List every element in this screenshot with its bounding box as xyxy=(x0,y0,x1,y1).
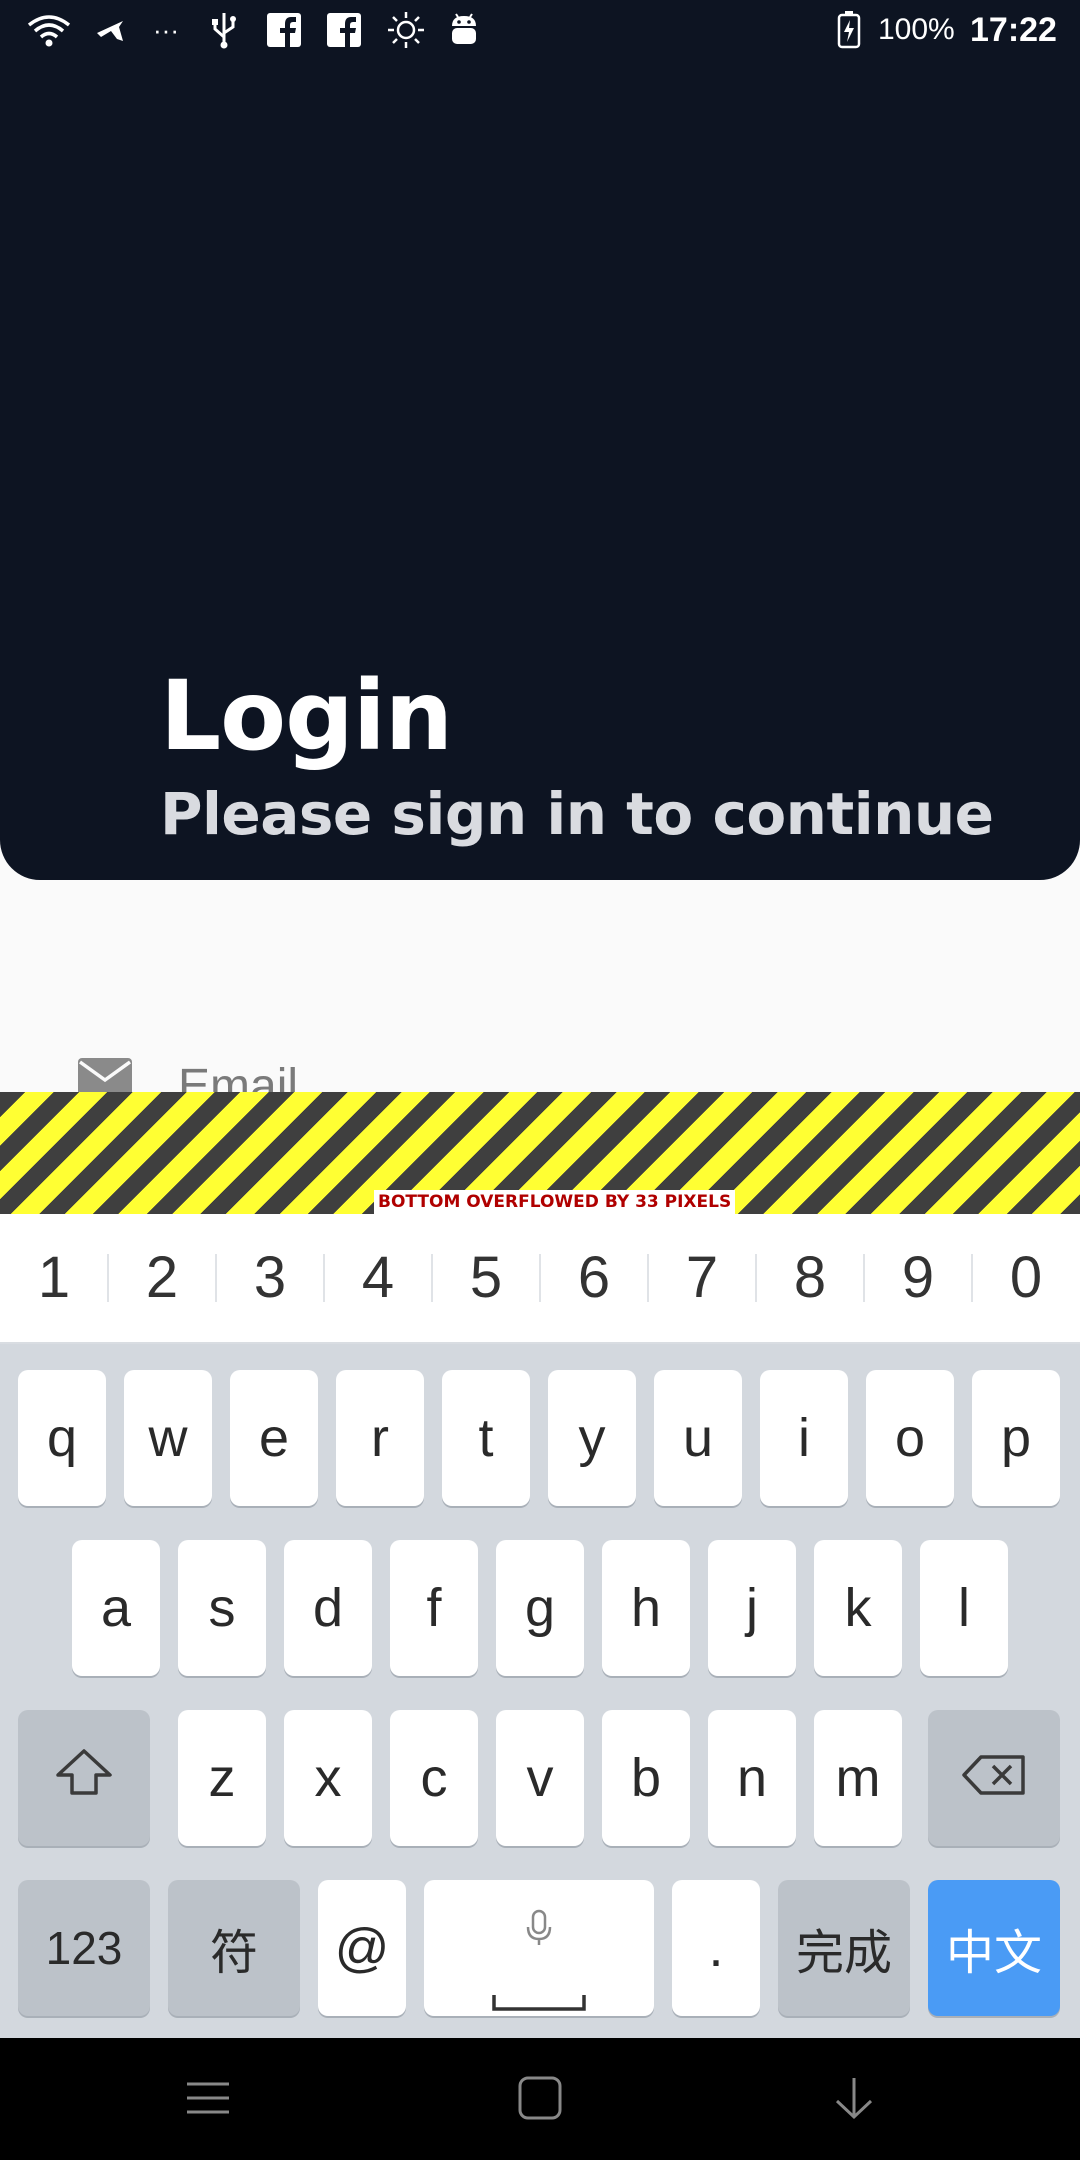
status-bar: ··· 100% 17:22 xyxy=(0,0,1080,60)
key-a[interactable]: a xyxy=(72,1540,160,1676)
key-z[interactable]: z xyxy=(178,1710,266,1846)
more-icon: ··· xyxy=(153,14,179,45)
soft-keyboard: q w e r t y u i o p a s d f g h j k l z … xyxy=(0,1344,1080,2038)
backspace-button[interactable] xyxy=(928,1710,1060,1846)
shift-icon xyxy=(54,1747,114,1810)
key-x[interactable]: x xyxy=(284,1710,372,1846)
key-8[interactable]: 8 xyxy=(756,1214,864,1342)
period-key[interactable]: . xyxy=(672,1880,760,2016)
overflow-warning-label: BOTTOM OVERFLOWED BY 33 PIXELS xyxy=(374,1190,736,1214)
key-0[interactable]: 0 xyxy=(972,1214,1080,1342)
microphone-icon xyxy=(525,1898,553,1960)
key-w[interactable]: w xyxy=(124,1370,212,1506)
space-button[interactable] xyxy=(424,1880,654,2016)
chinese-input-button[interactable]: 中文 xyxy=(928,1880,1060,2016)
airplane-icon xyxy=(90,10,130,50)
battery-percent: 100% xyxy=(878,13,955,46)
facebook-icon xyxy=(326,10,362,50)
key-p[interactable]: p xyxy=(972,1370,1060,1506)
key-1[interactable]: 1 xyxy=(0,1214,108,1342)
key-k[interactable]: k xyxy=(814,1540,902,1676)
key-n[interactable]: n xyxy=(708,1710,796,1846)
key-r[interactable]: r xyxy=(336,1370,424,1506)
android-icon xyxy=(446,10,482,50)
at-key[interactable]: @ xyxy=(318,1880,406,2016)
key-t[interactable]: t xyxy=(442,1370,530,1506)
key-g[interactable]: g xyxy=(496,1540,584,1676)
key-h[interactable]: h xyxy=(602,1540,690,1676)
key-y[interactable]: y xyxy=(548,1370,636,1506)
login-header: Login Please sign in to continue xyxy=(0,60,1080,880)
home-icon[interactable] xyxy=(510,2068,570,2128)
key-m[interactable]: m xyxy=(814,1710,902,1846)
key-5[interactable]: 5 xyxy=(432,1214,540,1342)
key-9[interactable]: 9 xyxy=(864,1214,972,1342)
brightness-icon xyxy=(384,10,428,50)
key-f[interactable]: f xyxy=(390,1540,478,1676)
done-button[interactable]: 完成 xyxy=(778,1880,910,2016)
clock: 17:22 xyxy=(970,11,1057,49)
key-4[interactable]: 4 xyxy=(324,1214,432,1342)
navigation-bar xyxy=(0,2038,1080,2160)
battery-charging-icon xyxy=(834,10,864,50)
key-d[interactable]: d xyxy=(284,1540,372,1676)
symbols-button[interactable]: 符 xyxy=(168,1880,300,2016)
key-v[interactable]: v xyxy=(496,1710,584,1846)
key-b[interactable]: b xyxy=(602,1710,690,1846)
spacebar-icon xyxy=(492,1964,586,2026)
key-i[interactable]: i xyxy=(760,1370,848,1506)
key-c[interactable]: c xyxy=(390,1710,478,1846)
key-6[interactable]: 6 xyxy=(540,1214,648,1342)
key-l[interactable]: l xyxy=(920,1540,1008,1676)
key-7[interactable]: 7 xyxy=(648,1214,756,1342)
key-s[interactable]: s xyxy=(178,1540,266,1676)
backspace-icon xyxy=(961,1747,1027,1809)
usb-icon xyxy=(206,10,242,50)
hide-keyboard-icon[interactable] xyxy=(824,2068,884,2128)
key-o[interactable]: o xyxy=(866,1370,954,1506)
key-e[interactable]: e xyxy=(230,1370,318,1506)
facebook-icon xyxy=(266,10,302,50)
key-3[interactable]: 3 xyxy=(216,1214,324,1342)
page-subtitle: Please sign in to continue xyxy=(160,780,994,848)
shift-button[interactable] xyxy=(18,1710,150,1846)
key-2[interactable]: 2 xyxy=(108,1214,216,1342)
key-j[interactable]: j xyxy=(708,1540,796,1676)
keyboard-number-row: 1 2 3 4 5 6 7 8 9 0 xyxy=(0,1214,1080,1344)
wifi-icon xyxy=(26,10,72,50)
menu-icon[interactable] xyxy=(178,2068,238,2128)
page-title: Login xyxy=(160,660,453,772)
numbers-mode-button[interactable]: 123 xyxy=(18,1880,150,2016)
key-q[interactable]: q xyxy=(18,1370,106,1506)
key-u[interactable]: u xyxy=(654,1370,742,1506)
